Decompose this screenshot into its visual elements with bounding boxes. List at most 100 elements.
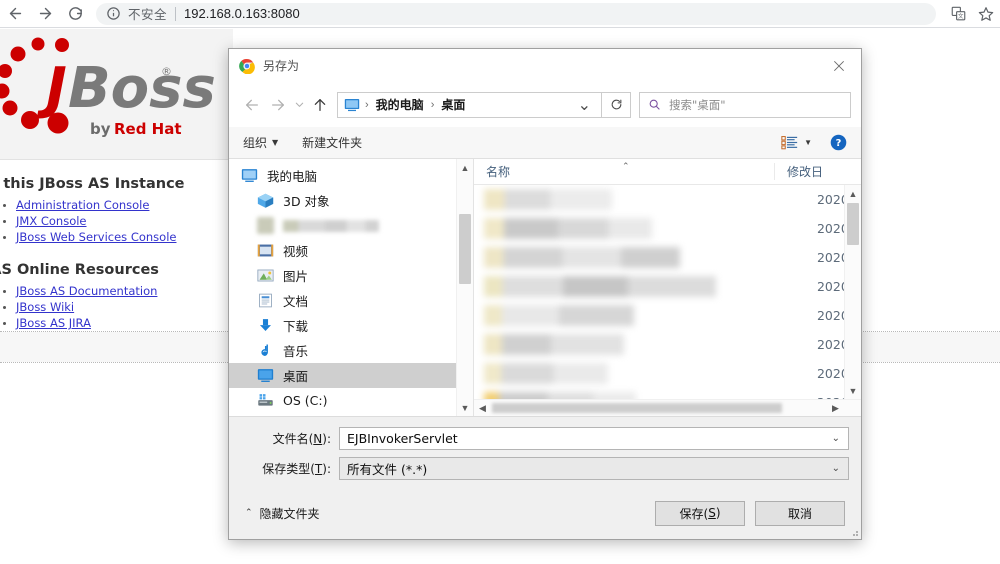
file-name-blurred [484, 305, 634, 326]
translate-icon[interactable]: 文 [944, 0, 972, 28]
scroll-down-arrow-icon[interactable]: ▼ [845, 382, 861, 399]
table-row[interactable]: 2020/ [474, 185, 861, 214]
navigation-tree-pane: 我的电脑 3D 对象 视频 图片 文档 下载 音乐 桌面 OS (C:) ▲ ▼ [229, 159, 473, 416]
tree-item-label: 视频 [283, 244, 309, 259]
scroll-left-arrow-icon[interactable]: ◀ [474, 403, 491, 414]
link-jboss-as-documentation[interactable]: JBoss AS Documentation [16, 284, 157, 298]
breadcrumb-item-my-computer[interactable]: 我的电脑 [374, 96, 426, 113]
file-list-horizontal-scrollbar[interactable]: ◀ ▶ [474, 399, 861, 416]
new-folder-button[interactable]: 新建文件夹 [302, 134, 362, 151]
table-row[interactable]: 2020/ [474, 243, 861, 272]
dialog-form: 文件名(N): EJBInvokerServlet ⌄ 保存类型(T): 所有文… [229, 417, 861, 487]
tree-item-downloads[interactable]: 下载 [229, 313, 456, 338]
tree-item-music[interactable]: 音乐 [229, 338, 456, 363]
address-bar[interactable]: 不安全 192.168.0.163:8080 [96, 2, 936, 25]
filetype-select[interactable]: 所有文件 (*.*) ⌄ [339, 457, 849, 480]
link-jboss-wiki[interactable]: JBoss Wiki [16, 300, 74, 314]
table-row[interactable]: 2020/ [474, 388, 861, 399]
link-jboss-as-jira[interactable]: JBoss AS JIRA [16, 316, 91, 330]
dialog-toolbar: 组织 ▼ 新建文件夹 ▼ ? [229, 127, 861, 159]
filetype-value: 所有文件 (*.*) [347, 462, 428, 477]
star-icon[interactable] [972, 0, 1000, 28]
scrollbar-thumb[interactable] [492, 403, 782, 413]
jboss-banner: J Boss ® by Red Hat [0, 29, 233, 160]
scroll-up-arrow-icon[interactable]: ▲ [845, 185, 861, 202]
tree-item-os-c[interactable]: OS (C:) [229, 388, 456, 413]
downloads-icon [259, 319, 272, 332]
chevron-up-icon: ⌃ [245, 508, 253, 518]
table-row[interactable]: 2020/ [474, 214, 861, 243]
tree-item-pictures[interactable]: 图片 [229, 263, 456, 288]
table-row[interactable]: 2020/ [474, 330, 861, 359]
tree-scrollbar[interactable]: ▲ ▼ [456, 159, 473, 416]
chevron-down-icon[interactable]: ⌄ [832, 433, 844, 444]
filename-label: 文件名(N): [272, 432, 331, 446]
omnibox-separator [175, 6, 177, 21]
back-arrow-icon[interactable] [0, 0, 30, 28]
scrollbar-thumb[interactable] [847, 203, 859, 245]
table-row[interactable]: 2020/ [474, 272, 861, 301]
dialog-recent-locations-chevron-down-icon[interactable] [291, 92, 307, 118]
file-list-scrollbar[interactable]: ▲ ▼ [844, 185, 861, 399]
dialog-up-arrow-icon[interactable] [307, 92, 333, 118]
dialog-forward-arrow-icon[interactable] [265, 92, 291, 118]
filetype-row: 保存类型(T): 所有文件 (*.*) ⌄ [241, 457, 849, 480]
tree-item-blurred[interactable] [229, 213, 456, 238]
dialog-main-area: 我的电脑 3D 对象 视频 图片 文档 下载 音乐 桌面 OS (C:) ▲ ▼… [229, 159, 861, 417]
sort-ascending-icon: ⌃ [622, 161, 630, 171]
tree-item-my-computer[interactable]: 我的电脑 [229, 163, 456, 188]
organize-button[interactable]: 组织 ▼ [243, 134, 278, 151]
file-name-blurred [484, 334, 624, 355]
resize-grip[interactable] [849, 527, 859, 537]
breadcrumb[interactable]: › 我的电脑 › 桌面 ⌄ [337, 91, 602, 118]
refresh-icon[interactable] [601, 91, 631, 118]
forward-arrow-icon[interactable] [30, 0, 60, 28]
scroll-down-arrow-icon[interactable]: ▼ [457, 399, 473, 416]
help-icon[interactable]: ? [830, 134, 847, 151]
filename-row: 文件名(N): EJBInvokerServlet ⌄ [241, 427, 849, 450]
drive-icon [258, 394, 273, 406]
column-header-modified[interactable]: 修改日 [774, 163, 861, 180]
toolbar-right-group: ▼ ? [781, 134, 847, 151]
chevron-down-icon[interactable]: ⌄ [832, 463, 844, 474]
tree-item-desktop[interactable]: 桌面 [229, 363, 456, 388]
tree-item-3d-objects[interactable]: 3D 对象 [229, 188, 456, 213]
file-list-body[interactable]: 2020/ 2020/ 2020/ 2020/ 2020/ 2020/ 2020… [474, 185, 861, 399]
scroll-up-arrow-icon[interactable]: ▲ [457, 159, 473, 176]
breadcrumb-item-desktop[interactable]: 桌面 [439, 96, 467, 113]
svg-text:?: ? [836, 138, 842, 149]
reload-icon[interactable] [60, 0, 90, 28]
file-name-blurred [484, 247, 680, 268]
cancel-button[interactable]: 取消 [755, 500, 845, 526]
filetype-label: 保存类型(T): [262, 462, 331, 476]
info-icon[interactable] [106, 6, 121, 21]
save-button[interactable]: 保存(S) [655, 500, 745, 526]
search-input[interactable]: 搜索"桌面" [639, 91, 851, 118]
dialog-titlebar[interactable]: 另存为 [229, 49, 861, 82]
file-name-blurred [484, 189, 612, 210]
jboss-logo: J Boss ® by Red Hat [0, 37, 216, 138]
filename-input[interactable]: EJBInvokerServlet ⌄ [339, 427, 849, 450]
link-administration-console[interactable]: Administration Console [16, 198, 149, 212]
file-name-blurred [484, 363, 608, 384]
dialog-back-arrow-icon[interactable] [239, 92, 265, 118]
table-row[interactable]: 2020/ [474, 359, 861, 388]
tree-item-videos[interactable]: 视频 [229, 238, 456, 263]
hide-folders-toggle[interactable]: ⌃ 隐藏文件夹 [245, 505, 320, 522]
scrollbar-thumb[interactable] [459, 214, 471, 284]
tree-item-documents[interactable]: 文档 [229, 288, 456, 313]
list-view-icon[interactable] [781, 135, 798, 150]
table-row[interactable]: 2020/ [474, 301, 861, 330]
tree-item-label: 文档 [283, 294, 309, 309]
view-chevron-down-icon[interactable]: ▼ [804, 138, 812, 147]
dialog-footer: ⌃ 隐藏文件夹 保存(S) 取消 [229, 487, 861, 539]
link-jmx-console[interactable]: JMX Console [16, 214, 87, 228]
svg-text:J: J [36, 56, 67, 121]
link-jboss-web-services-console[interactable]: JBoss Web Services Console [16, 230, 176, 244]
url-text: 192.168.0.163:8080 [184, 6, 300, 21]
scroll-right-arrow-icon[interactable]: ▶ [827, 403, 844, 414]
browser-toolbar: 不安全 192.168.0.163:8080 文 [0, 0, 1000, 28]
breadcrumb-chevron-down-icon[interactable]: ⌄ [572, 95, 597, 115]
file-name-blurred [484, 392, 636, 399]
close-icon[interactable] [817, 49, 861, 82]
